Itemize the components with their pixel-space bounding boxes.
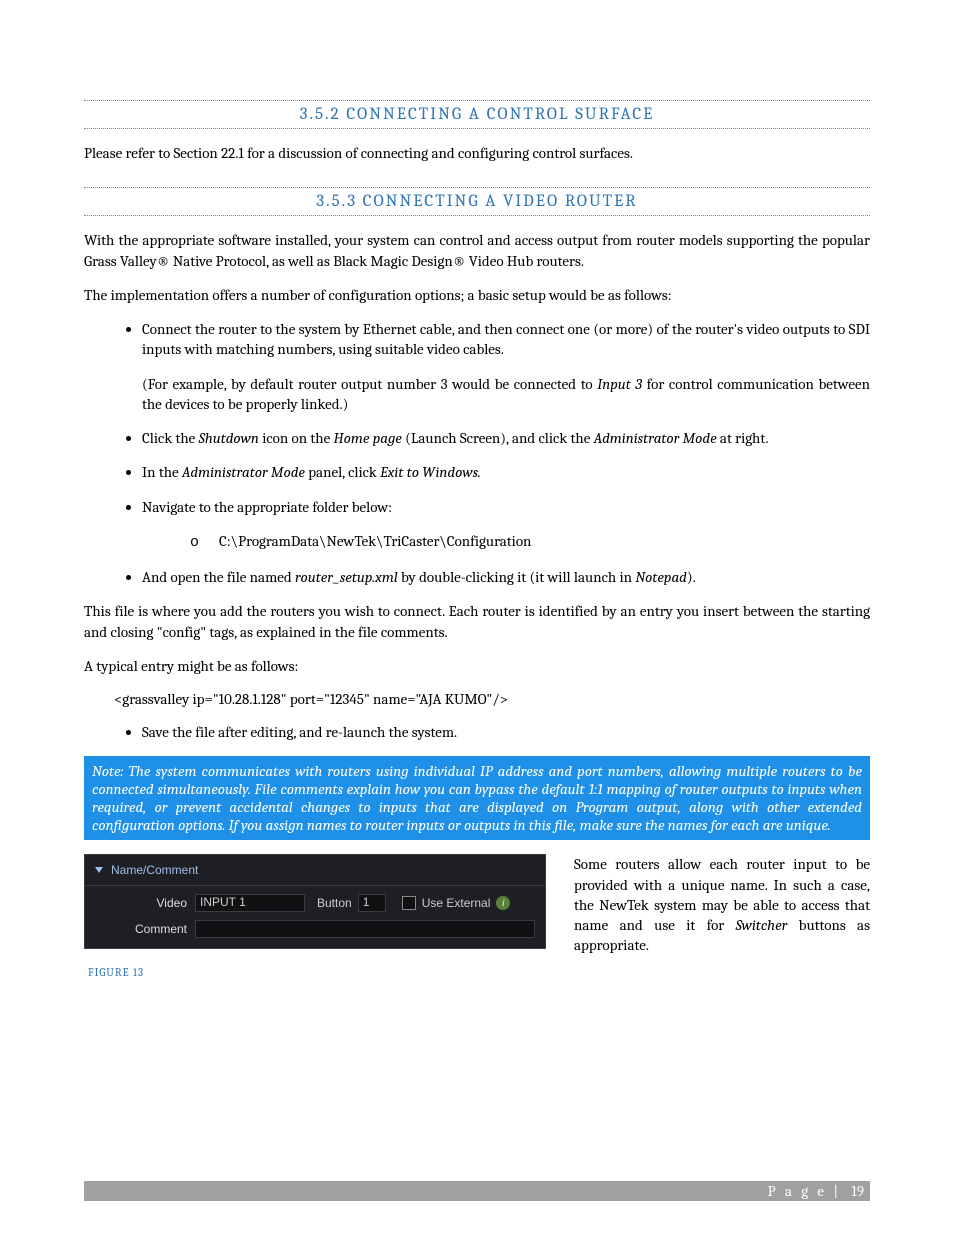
video-label: Video [95,896,195,910]
comment-row: Comment [95,920,535,938]
document-page: 3.5.2 CONNECTING A CONTROL SURFACE Pleas… [0,0,954,1235]
panel-title: Name/Comment [111,863,198,877]
panel-content: Video INPUT 1 Button 1 Use External i Co… [85,886,545,948]
comment-input[interactable] [195,920,535,938]
name-comment-panel: Name/Comment Video INPUT 1 Button 1 Use … [84,854,546,949]
comment-label: Comment [95,922,195,936]
button-value-input[interactable]: 1 [358,894,386,912]
list-item: Navigate to the appropriate folder below… [142,497,870,554]
use-external-checkbox[interactable] [402,896,416,910]
list-item: Save the file after editing, and re-laun… [142,722,870,742]
list-subtext: (For example, by default router output n… [142,374,870,415]
info-icon[interactable]: i [496,896,510,910]
figure-row: Name/Comment Video INPUT 1 Button 1 Use … [84,854,870,955]
page-number: 19 [851,1182,864,1200]
save-list: Save the file after editing, and re-laun… [84,722,870,742]
section-352-body: Please refer to Section 22.1 for a discu… [84,143,870,163]
sub-list: C:\ProgramData\NewTek\TriCaster\Configur… [142,531,870,553]
list-item: And open the file named router_setup.xml… [142,567,870,587]
typical-lead: A typical entry might be as follows: [84,656,870,676]
button-label: Button [317,896,352,910]
section-353-intro: With the appropriate software installed,… [84,230,870,271]
setup-list: Connect the router to the system by Ethe… [84,319,870,587]
after-list-text: This file is where you add the routers y… [84,601,870,642]
footer-label: P a g e [768,1182,827,1200]
panel-header[interactable]: Name/Comment [85,855,545,886]
figure-side-text: Some routers allow each router input to … [574,854,870,955]
list-item: Click the Shutdown icon on the Home page… [142,428,870,448]
list-text: Connect the router to the system by Ethe… [142,320,870,358]
use-external-label: Use External [422,896,491,910]
note-box: Note: The system communicates with route… [84,756,870,840]
options-lead: The implementation offers a number of co… [84,285,870,305]
video-input[interactable]: INPUT 1 [195,894,305,912]
video-row: Video INPUT 1 Button 1 Use External i [95,894,535,912]
example-entry: <grassvalley ip="10.28.1.128" port="1234… [114,690,870,708]
list-item: Connect the router to the system by Ethe… [142,319,870,414]
footer-sep: | [827,1182,847,1200]
chevron-down-icon [95,867,103,873]
figure-caption: FIGURE 13 [88,966,870,979]
section-heading-352: 3.5.2 CONNECTING A CONTROL SURFACE [84,100,870,129]
sub-list-item: C:\ProgramData\NewTek\TriCaster\Configur… [190,531,870,553]
list-item: In the Administrator Mode panel, click E… [142,462,870,482]
section-heading-353: 3.5.3 CONNECTING A VIDEO ROUTER [84,187,870,216]
page-footer: P a g e | 19 [84,1181,870,1201]
